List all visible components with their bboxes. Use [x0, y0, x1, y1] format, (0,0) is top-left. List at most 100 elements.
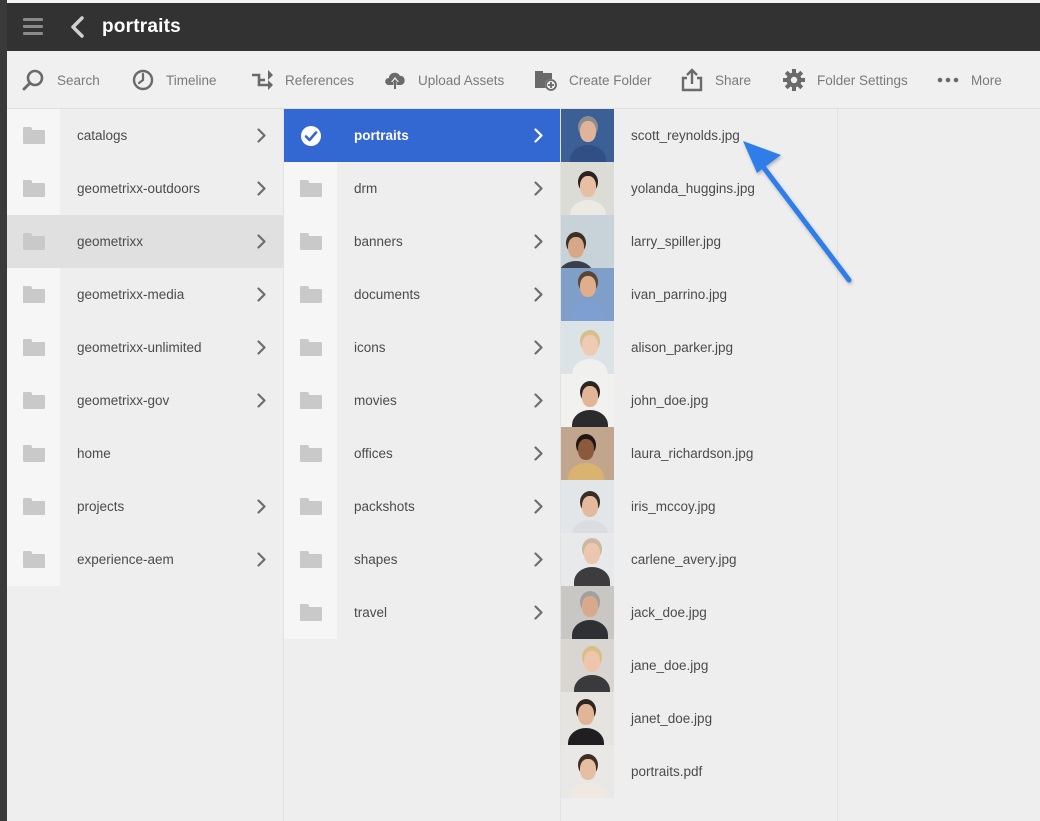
chevron-right-icon[interactable]	[534, 181, 543, 196]
row-thumbnail[interactable]	[561, 745, 614, 798]
chevron-right-icon[interactable]	[534, 234, 543, 249]
upload-assets-button[interactable]: Upload Assets	[383, 51, 504, 109]
folder-row[interactable]: geometrixx-media	[7, 268, 283, 321]
asset-row[interactable]: yolanda_huggins.jpg	[561, 162, 837, 215]
row-label: laura_richardson.jpg	[631, 446, 754, 461]
folder-row[interactable]: geometrixx-unlimited	[7, 321, 283, 374]
asset-row[interactable]: laura_richardson.jpg	[561, 427, 837, 480]
row-thumbnail[interactable]	[7, 533, 60, 586]
folder-row[interactable]: travel	[284, 586, 560, 639]
chevron-right-icon[interactable]	[534, 287, 543, 302]
row-thumbnail[interactable]	[561, 374, 614, 427]
asset-row[interactable]: ivan_parrino.jpg	[561, 268, 837, 321]
folder-settings-button[interactable]: Folder Settings	[782, 51, 908, 109]
asset-row[interactable]: scott_reynolds.jpg	[561, 109, 837, 162]
search-button[interactable]: Search	[22, 51, 100, 109]
row-thumbnail[interactable]	[284, 162, 337, 215]
chevron-right-icon[interactable]	[534, 340, 543, 355]
folder-row[interactable]: shapes	[284, 533, 560, 586]
asset-row[interactable]: jane_doe.jpg	[561, 639, 837, 692]
folder-icon	[299, 339, 322, 356]
row-thumbnail[interactable]	[284, 374, 337, 427]
asset-row[interactable]: carlene_avery.jpg	[561, 533, 837, 586]
folder-row[interactable]: icons	[284, 321, 560, 374]
folder-row[interactable]: catalogs	[7, 109, 283, 162]
chevron-right-icon[interactable]	[257, 181, 266, 196]
back-chevron-icon[interactable]	[67, 15, 89, 39]
row-thumbnail[interactable]	[7, 268, 60, 321]
row-thumbnail[interactable]	[561, 215, 614, 268]
chevron-right-icon[interactable]	[534, 446, 543, 461]
folder-row[interactable]: portraits	[284, 109, 560, 162]
menu-icon[interactable]	[23, 18, 43, 36]
row-thumbnail[interactable]	[561, 427, 614, 480]
row-label: alison_parker.jpg	[631, 340, 734, 355]
folder-row[interactable]: packshots	[284, 480, 560, 533]
chevron-right-icon[interactable]	[534, 393, 543, 408]
chevron-right-icon[interactable]	[257, 499, 266, 514]
chevron-right-icon[interactable]	[534, 499, 543, 514]
chevron-right-icon[interactable]	[534, 128, 543, 143]
asset-row[interactable]: larry_spiller.jpg	[561, 215, 837, 268]
references-button[interactable]: References	[250, 51, 354, 109]
row-thumbnail[interactable]	[561, 586, 614, 639]
row-thumbnail[interactable]	[7, 480, 60, 533]
folder-row[interactable]: offices	[284, 427, 560, 480]
row-thumbnail[interactable]	[7, 374, 60, 427]
asset-row[interactable]: john_doe.jpg	[561, 374, 837, 427]
asset-row[interactable]: janet_doe.jpg	[561, 692, 837, 745]
row-thumbnail[interactable]	[284, 427, 337, 480]
image-thumbnail	[561, 162, 614, 215]
row-thumbnail[interactable]	[284, 533, 337, 586]
row-thumbnail[interactable]	[284, 480, 337, 533]
folder-icon	[22, 498, 45, 515]
chevron-right-icon[interactable]	[534, 605, 543, 620]
folder-row[interactable]: documents	[284, 268, 560, 321]
asset-row[interactable]: portraits.pdf	[561, 745, 837, 798]
row-thumbnail[interactable]	[561, 109, 614, 162]
folder-row[interactable]: home	[7, 427, 283, 480]
chevron-right-icon[interactable]	[257, 234, 266, 249]
folder-row[interactable]: banners	[284, 215, 560, 268]
row-thumbnail[interactable]	[284, 268, 337, 321]
row-thumbnail[interactable]	[561, 533, 614, 586]
chevron-right-icon[interactable]	[257, 287, 266, 302]
row-thumbnail[interactable]	[7, 215, 60, 268]
chevron-right-icon[interactable]	[257, 393, 266, 408]
row-thumbnail[interactable]	[284, 109, 337, 162]
row-thumbnail[interactable]	[561, 692, 614, 745]
asset-row[interactable]: alison_parker.jpg	[561, 321, 837, 374]
share-icon	[680, 68, 704, 92]
more-button[interactable]: More	[936, 51, 1002, 109]
folder-row[interactable]: geometrixx-gov	[7, 374, 283, 427]
asset-row[interactable]: iris_mccoy.jpg	[561, 480, 837, 533]
share-button[interactable]: Share	[680, 51, 751, 109]
asset-row[interactable]: jack_doe.jpg	[561, 586, 837, 639]
folder-row[interactable]: drm	[284, 162, 560, 215]
folder-row[interactable]: movies	[284, 374, 560, 427]
folder-row[interactable]: geometrixx-outdoors	[7, 162, 283, 215]
row-thumbnail[interactable]	[7, 109, 60, 162]
references-icon	[250, 68, 274, 92]
chevron-right-icon[interactable]	[257, 340, 266, 355]
row-thumbnail[interactable]	[284, 321, 337, 374]
share-label: Share	[715, 72, 752, 88]
row-thumbnail[interactable]	[561, 480, 614, 533]
row-thumbnail[interactable]	[561, 639, 614, 692]
folder-row[interactable]: geometrixx	[7, 215, 283, 268]
chevron-right-icon[interactable]	[257, 128, 266, 143]
create-folder-button[interactable]: Create Folder	[534, 51, 652, 109]
row-thumbnail[interactable]	[7, 321, 60, 374]
row-thumbnail[interactable]	[7, 427, 60, 480]
row-thumbnail[interactable]	[561, 321, 614, 374]
chevron-right-icon[interactable]	[257, 552, 266, 567]
chevron-right-icon[interactable]	[534, 552, 543, 567]
row-thumbnail[interactable]	[7, 162, 60, 215]
row-thumbnail[interactable]	[284, 215, 337, 268]
row-thumbnail[interactable]	[284, 586, 337, 639]
folder-row[interactable]: experience-aem	[7, 533, 283, 586]
row-thumbnail[interactable]	[561, 268, 614, 321]
row-thumbnail[interactable]	[561, 162, 614, 215]
folder-row[interactable]: projects	[7, 480, 283, 533]
timeline-button[interactable]: Timeline	[131, 51, 217, 109]
